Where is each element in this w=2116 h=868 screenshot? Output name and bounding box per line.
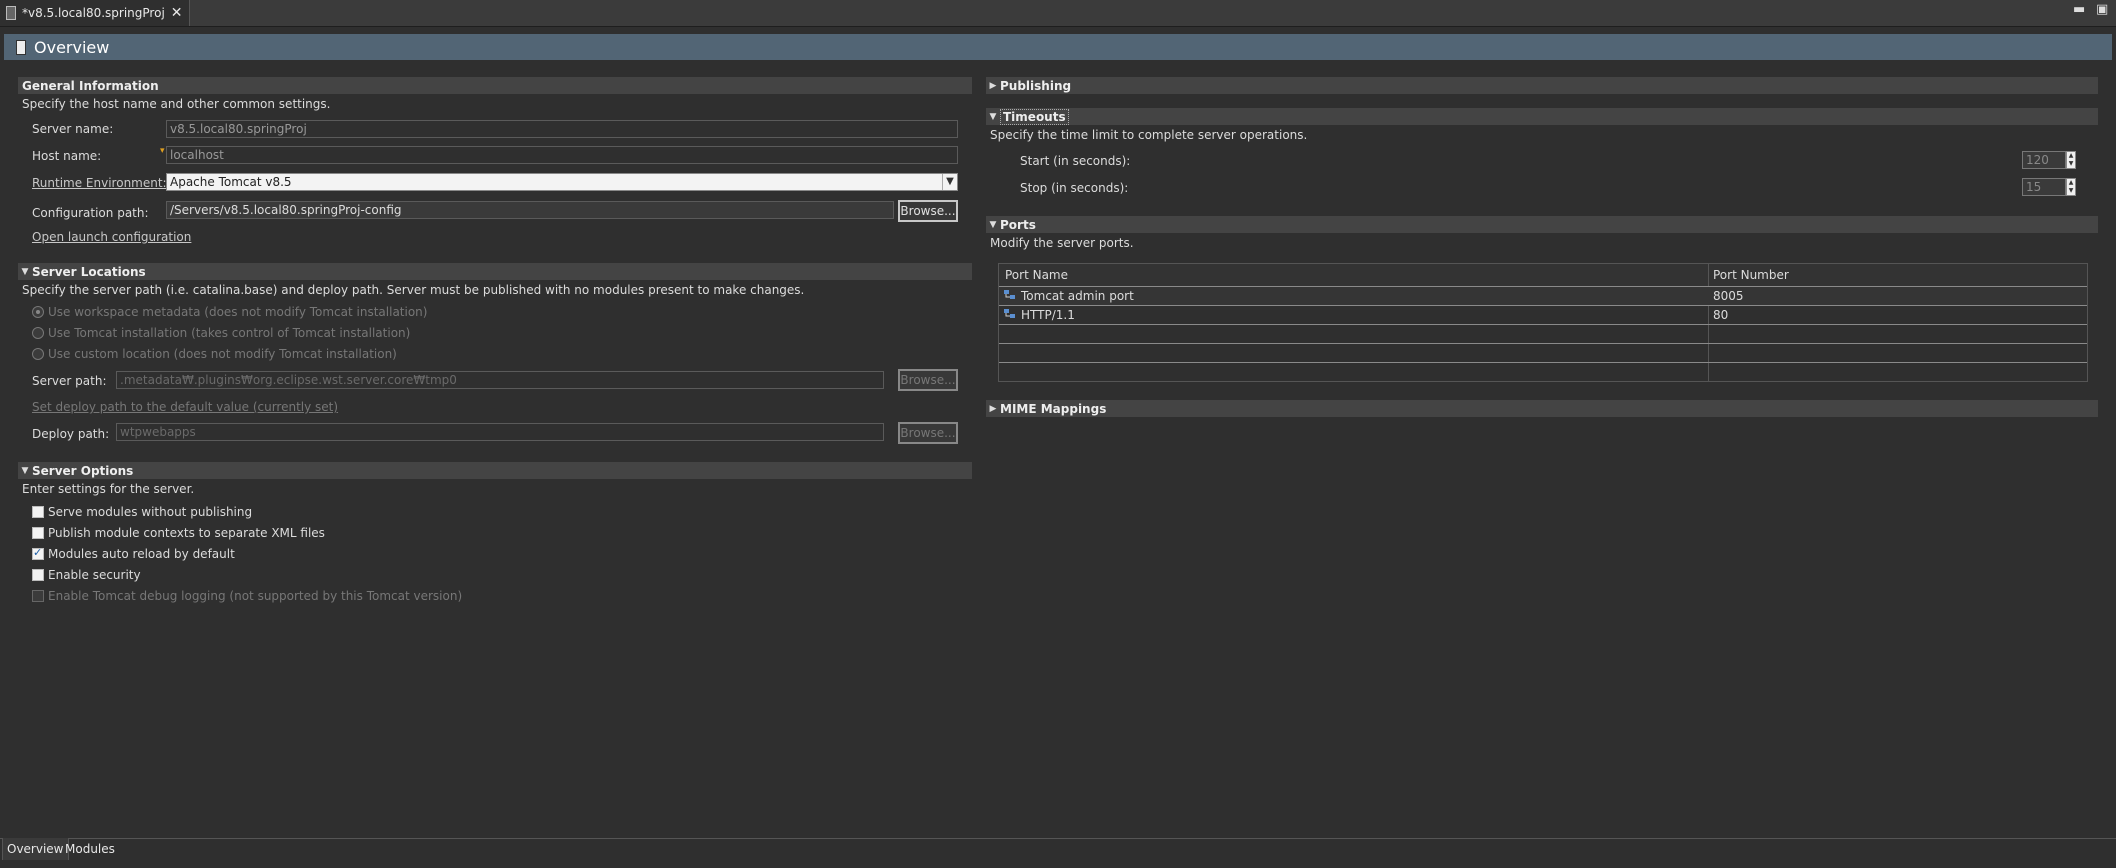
- port-icon: [1004, 309, 1015, 318]
- enable-security-checkbox[interactable]: [32, 569, 44, 581]
- page-header: Overview: [4, 34, 2112, 60]
- port-number-column-header[interactable]: Port Number: [1713, 268, 1789, 282]
- general-information-section-header: General Information: [18, 77, 972, 94]
- start-timeout-spinner[interactable]: 120: [2022, 151, 2066, 169]
- start-spinner-arrows-icon[interactable]: ▲ ▼: [2066, 151, 2076, 169]
- start-timeout-label: Start (in seconds):: [1020, 154, 1131, 168]
- server-name-field[interactable]: v8.5.local80.springProj: [166, 120, 958, 138]
- expand-down-icon: ▼: [21, 266, 29, 277]
- configuration-path-field[interactable]: /Servers/v8.5.local80.springProj-config: [166, 201, 894, 219]
- tomcat-installation-radio[interactable]: [32, 327, 44, 339]
- server-locations-title: Server Locations: [32, 264, 146, 279]
- expand-right-icon: ▶: [989, 403, 997, 414]
- set-deploy-path-link[interactable]: Set deploy path to the default value (cu…: [32, 400, 338, 414]
- stop-timeout-spinner[interactable]: 15: [2022, 178, 2066, 196]
- table-row[interactable]: HTTP/1.1 80: [999, 306, 2087, 324]
- page-title: Overview: [34, 37, 110, 57]
- tomcat-installation-label: Use Tomcat installation (takes control o…: [48, 326, 411, 340]
- open-launch-configuration-link[interactable]: Open launch configuration: [32, 230, 191, 244]
- tab-overview[interactable]: Overview: [2, 838, 69, 860]
- config-browse-button[interactable]: Browse...: [898, 200, 958, 222]
- mime-mappings-section-header[interactable]: ▶ MIME Mappings: [986, 400, 2098, 417]
- bottom-tab-bar: [0, 838, 2116, 868]
- maximize-icon[interactable]: ▣: [2096, 2, 2108, 17]
- server-locations-section-header[interactable]: ▼ Server Locations: [18, 263, 972, 280]
- server-options-title: Server Options: [32, 463, 134, 478]
- port-name-column-header[interactable]: Port Name: [1005, 268, 1068, 282]
- server-path-browse-button[interactable]: Browse...: [898, 369, 958, 391]
- stop-timeout-label: Stop (in seconds):: [1020, 181, 1129, 195]
- general-information-description: Specify the host name and other common s…: [22, 97, 331, 111]
- ports-table-header: [999, 264, 2087, 287]
- minimize-icon[interactable]: ▬: [2073, 2, 2085, 17]
- enable-security-label: Enable security: [48, 568, 141, 582]
- mime-mappings-title: MIME Mappings: [1000, 401, 1107, 416]
- editor-tab[interactable]: *v8.5.local80.springProj ✕: [0, 0, 190, 26]
- auto-reload-checkbox[interactable]: [32, 546, 44, 560]
- expand-down-icon: ▼: [21, 465, 29, 476]
- publish-contexts-label: Publish module contexts to separate XML …: [48, 526, 325, 540]
- port-number-cell[interactable]: 8005: [1713, 289, 1744, 303]
- server-options-section-header[interactable]: ▼ Server Options: [18, 462, 972, 479]
- editor-tab-bar: [0, 0, 2116, 27]
- chevron-down-icon[interactable]: ▼: [942, 174, 957, 190]
- ports-section-header[interactable]: ▼ Ports: [986, 216, 2098, 233]
- debug-logging-checkbox[interactable]: [32, 590, 44, 602]
- timeouts-section-header[interactable]: ▼ Timeouts: [986, 108, 2098, 125]
- expand-down-icon: ▼: [989, 111, 997, 122]
- server-path-label: Server path:: [32, 374, 107, 388]
- row-divider: [999, 362, 2087, 363]
- timeouts-title: Timeouts: [1000, 108, 1069, 125]
- row-divider: [999, 324, 2087, 325]
- runtime-environment-select[interactable]: Apache Tomcat v8.5: [166, 173, 958, 191]
- host-name-field[interactable]: localhost: [166, 146, 958, 164]
- port-icon: [1004, 290, 1015, 299]
- serve-modules-label: Serve modules without publishing: [48, 505, 253, 519]
- auto-reload-label: Modules auto reload by default: [48, 547, 235, 561]
- warning-marker-icon: ▾: [160, 146, 165, 156]
- timeouts-description: Specify the time limit to complete serve…: [990, 128, 1308, 142]
- ports-table: Port Name Port Number Tomcat admin port …: [998, 263, 2088, 382]
- server-options-description: Enter settings for the server.: [22, 482, 195, 496]
- port-number-cell[interactable]: 80: [1713, 308, 1728, 322]
- custom-location-label: Use custom location (does not modify Tom…: [48, 347, 397, 361]
- custom-location-radio[interactable]: [32, 348, 44, 360]
- port-name-cell: HTTP/1.1: [1021, 308, 1075, 322]
- general-information-title: General Information: [22, 78, 159, 93]
- debug-logging-label: Enable Tomcat debug logging (not support…: [48, 589, 463, 603]
- deploy-path-field[interactable]: wtpwebapps: [116, 423, 884, 441]
- server-path-field[interactable]: .metadata₩.plugins₩org.eclipse.wst.serve…: [116, 371, 884, 389]
- workspace-metadata-label: Use workspace metadata (does not modify …: [48, 305, 428, 319]
- expand-right-icon: ▶: [989, 80, 997, 91]
- expand-down-icon: ▼: [989, 219, 997, 230]
- server-locations-description: Specify the server path (i.e. catalina.b…: [22, 283, 805, 297]
- editor-tab-title: *v8.5.local80.springProj: [22, 6, 165, 20]
- row-divider: [999, 343, 2087, 344]
- publishing-title: Publishing: [1000, 78, 1072, 93]
- server-icon: [16, 39, 26, 55]
- stop-spinner-arrows-icon[interactable]: ▲ ▼: [2066, 178, 2076, 196]
- publishing-section-header[interactable]: ▶ Publishing: [986, 77, 2098, 94]
- table-row[interactable]: Tomcat admin port 8005: [999, 287, 2087, 305]
- configuration-path-label: Configuration path:: [32, 206, 149, 220]
- ports-title: Ports: [1000, 217, 1036, 232]
- publish-contexts-checkbox[interactable]: [32, 527, 44, 539]
- server-name-label: Server name:: [32, 122, 114, 136]
- ports-description: Modify the server ports.: [990, 236, 1134, 250]
- tab-modules[interactable]: Modules: [61, 838, 119, 860]
- deploy-path-browse-button[interactable]: Browse...: [898, 422, 958, 444]
- serve-modules-checkbox[interactable]: [32, 506, 44, 518]
- server-file-icon: [6, 6, 16, 20]
- close-icon[interactable]: ✕: [171, 5, 183, 21]
- host-name-label: Host name:: [32, 149, 102, 163]
- runtime-environment-link[interactable]: Runtime Environment:: [32, 176, 167, 190]
- workspace-metadata-radio[interactable]: [32, 306, 44, 318]
- port-name-cell: Tomcat admin port: [1021, 289, 1134, 303]
- deploy-path-label: Deploy path:: [32, 427, 110, 441]
